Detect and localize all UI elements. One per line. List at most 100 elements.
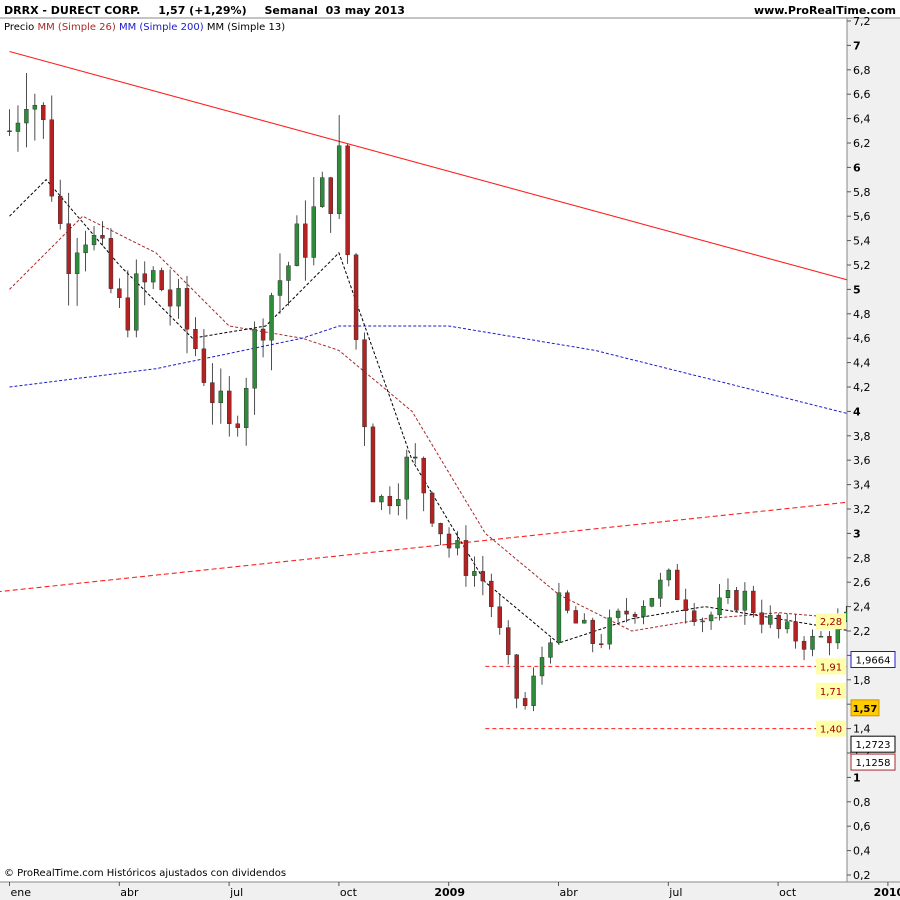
candle-body [793,621,798,642]
candle-body [818,635,824,638]
y-tick-label: 5 [853,283,861,296]
y-tick-label: 6,2 [853,137,871,150]
y-tick-label: 3 [853,527,861,540]
candle-body [32,104,38,110]
y-tick-label: 5,6 [853,210,871,223]
candle-body [184,288,190,330]
candle-body [311,206,316,258]
candle-body [227,390,232,424]
candle-body [776,614,781,630]
chart-background [0,0,900,900]
candle-body [480,571,486,582]
candle-body [446,533,452,549]
candle-body [717,597,722,616]
candle-body [336,145,342,214]
candle [370,423,376,503]
candle-body [142,273,147,283]
candle-body [683,599,688,611]
candle-body [252,328,257,389]
level-label: 1,40 [820,725,842,736]
candle-body [548,642,553,658]
y-tick-label: 6 [853,161,861,174]
candle [345,144,350,264]
candle-body [201,348,207,383]
candle-body [362,339,367,428]
candle-body [455,540,460,549]
y-tick-label: 4,8 [853,308,871,321]
candle [565,590,570,614]
x-tick-label: oct [340,886,358,899]
candle-body [615,610,621,618]
candle-body [277,280,283,296]
candle-body [421,457,426,494]
candle-body [565,592,570,611]
x-tick-label: abr [120,886,139,899]
candle-body [41,104,46,120]
candle-body [117,288,122,298]
level-label: 2,28 [820,617,842,628]
candle-body [632,613,638,617]
y-tick-label: 6,6 [853,88,871,101]
candle [353,253,359,350]
candle-body [556,592,562,643]
candle-body [159,270,164,291]
candle-body [429,492,435,524]
candle-body [751,590,756,613]
candle-body [176,288,181,307]
candle-body [370,426,376,503]
candle-body [522,698,528,706]
candle-body [463,540,469,576]
candle-body [582,619,587,624]
legend-ma26: MM (Simple 26) [37,22,116,33]
candle-body [134,273,139,331]
candle [159,267,164,292]
date-label: 03 may 2013 [325,4,405,17]
candle-body [303,223,308,258]
y-tick-label: 3,6 [853,454,871,467]
candle-body [413,456,418,459]
price-chart[interactable]: 7,276,86,66,46,265,85,65,45,254,84,64,44… [0,0,900,900]
candle-body [345,145,350,256]
y-tick-label: 5,2 [853,259,871,272]
x-tick-label: abr [560,886,579,899]
y-tick-label: 0,4 [853,845,871,858]
candle-body [396,499,401,507]
candle-body [641,606,646,617]
y-tick-label: 4,6 [853,332,871,345]
candle-body [125,297,131,331]
candle-body [294,223,300,266]
candle-body [573,610,579,624]
candle-body [24,109,29,124]
candle-body [759,612,764,625]
legend: Precio MM (Simple 26) MM (Simple 200) MM… [4,22,285,33]
candle-body [810,636,815,650]
candle-body [649,598,655,607]
y-tick-label: 0,8 [853,796,871,809]
candle-body [742,590,748,611]
candle-body [91,234,97,246]
y-tick-label: 2,8 [853,552,871,565]
site-label[interactable]: www.ProRealTime.com [754,4,896,17]
y-tick-label: 2,6 [853,576,871,589]
candle-body [784,621,790,630]
ma-value-label: 1,9664 [856,655,891,666]
candle-body [691,610,697,622]
candle-body [74,252,80,274]
y-tick-label: 4,2 [853,381,871,394]
y-tick-label: 7 [853,39,861,52]
candle-body [269,295,274,341]
candle-body [675,569,680,600]
y-tick-label: 6,4 [853,113,871,126]
candle-body [167,289,173,307]
period-label: Semanal [264,4,318,17]
candle-body [379,495,384,503]
candle-body [150,270,156,283]
candle-body [700,620,705,623]
y-tick-label: 1,4 [853,723,871,736]
ma-value-label: 1,2723 [856,740,891,751]
candle-body [827,635,832,644]
x-tick-label: ene [11,886,32,899]
candle-body [598,643,604,645]
candle-body [243,387,249,428]
candle [734,587,739,613]
